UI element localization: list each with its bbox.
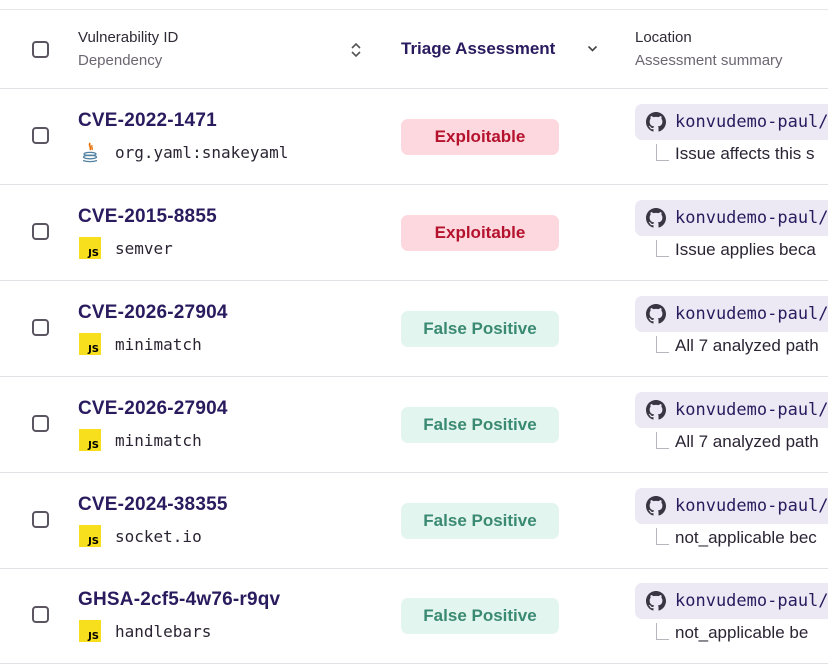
github-icon bbox=[646, 304, 666, 324]
triage-badge: Exploitable bbox=[401, 119, 559, 155]
javascript-icon-label: JS bbox=[88, 248, 99, 259]
javascript-icon: JS bbox=[79, 525, 101, 547]
location-pill[interactable]: konvudemo-paul/ bbox=[635, 200, 828, 236]
dependency-header: Dependency bbox=[78, 52, 163, 69]
table-row[interactable]: CVE-2022-1471 org.yaml:snakeyaml Exploit… bbox=[0, 89, 828, 185]
assessment-summary: Issue affects this s bbox=[675, 144, 815, 163]
tree-connector bbox=[656, 528, 669, 545]
row-checkbox[interactable] bbox=[32, 223, 49, 240]
table-row[interactable]: CVE-2015-8855 JS semver Exploitable konv… bbox=[0, 185, 828, 281]
location-text: konvudemo-paul/ bbox=[675, 112, 828, 132]
assessment-summary: All 7 analyzed path bbox=[675, 336, 819, 355]
assessment-summary: not_applicable bec bbox=[675, 528, 817, 547]
javascript-icon: JS bbox=[79, 620, 101, 642]
triage-badge: False Positive bbox=[401, 407, 559, 443]
vulnerability-id-header[interactable]: Vulnerability ID bbox=[78, 29, 178, 46]
javascript-icon: JS bbox=[79, 237, 101, 259]
triage-badge: False Positive bbox=[401, 598, 559, 634]
table-row[interactable]: CVE-2026-27904 JS minimatch False Positi… bbox=[0, 377, 828, 473]
tree-connector bbox=[656, 240, 669, 257]
dependency-name: handlebars bbox=[115, 622, 212, 641]
dependency-name: minimatch bbox=[115, 335, 202, 354]
javascript-icon-label: JS bbox=[88, 344, 99, 355]
location-text: konvudemo-paul/ bbox=[675, 496, 828, 516]
row-checkbox[interactable] bbox=[32, 606, 49, 623]
location-text: konvudemo-paul/ bbox=[675, 208, 828, 228]
assessment-summary-header: Assessment summary bbox=[635, 52, 783, 69]
javascript-icon-label: JS bbox=[88, 440, 99, 451]
tree-connector bbox=[656, 623, 669, 640]
location-pill[interactable]: konvudemo-paul/ bbox=[635, 296, 828, 332]
location-text: konvudemo-paul/ bbox=[675, 304, 828, 324]
sort-arrows-icon[interactable] bbox=[349, 41, 363, 59]
vulnerability-id-link[interactable]: CVE-2024-38355 bbox=[78, 494, 228, 516]
vulnerability-id-link[interactable]: CVE-2026-27904 bbox=[78, 398, 228, 420]
row-checkbox[interactable] bbox=[32, 127, 49, 144]
vulnerability-id-link[interactable]: CVE-2022-1471 bbox=[78, 110, 217, 132]
row-checkbox[interactable] bbox=[32, 511, 49, 528]
javascript-icon: JS bbox=[79, 333, 101, 355]
triage-badge: Exploitable bbox=[401, 215, 559, 251]
assessment-summary: Issue applies beca bbox=[675, 240, 816, 259]
github-icon bbox=[646, 112, 666, 132]
dependency-name: minimatch bbox=[115, 431, 202, 450]
triage-badge: False Positive bbox=[401, 311, 559, 347]
github-icon bbox=[646, 591, 666, 611]
vulnerability-id-link[interactable]: CVE-2015-8855 bbox=[78, 206, 217, 228]
select-all-checkbox[interactable] bbox=[32, 41, 49, 58]
location-text: konvudemo-paul/ bbox=[675, 591, 828, 611]
triage-badge: False Positive bbox=[401, 503, 559, 539]
table-row[interactable]: CVE-2026-27904 JS minimatch False Positi… bbox=[0, 281, 828, 377]
top-divider bbox=[0, 0, 828, 10]
table-header: Vulnerability ID Dependency Triage Asses… bbox=[0, 10, 828, 89]
location-text: konvudemo-paul/ bbox=[675, 400, 828, 420]
tree-connector bbox=[656, 144, 669, 161]
java-icon bbox=[79, 141, 101, 163]
assessment-summary: not_applicable be bbox=[675, 623, 809, 642]
github-icon bbox=[646, 496, 666, 516]
table-row[interactable]: GHSA-2cf5-4w76-r9qv JS handlebars False … bbox=[0, 568, 828, 664]
location-pill[interactable]: konvudemo-paul/ bbox=[635, 104, 828, 140]
tree-connector bbox=[656, 336, 669, 353]
javascript-icon-label: JS bbox=[88, 536, 99, 547]
triage-assessment-header[interactable]: Triage Assessment bbox=[401, 39, 555, 59]
vulnerability-id-link[interactable]: GHSA-2cf5-4w76-r9qv bbox=[78, 589, 280, 611]
vulnerability-id-link[interactable]: CVE-2026-27904 bbox=[78, 302, 228, 324]
github-icon bbox=[646, 208, 666, 228]
dependency-name: org.yaml:snakeyaml bbox=[115, 143, 289, 162]
table-row[interactable]: CVE-2024-38355 JS socket.io False Positi… bbox=[0, 473, 828, 569]
row-checkbox[interactable] bbox=[32, 415, 49, 432]
row-checkbox[interactable] bbox=[32, 319, 49, 336]
github-icon bbox=[646, 400, 666, 420]
location-pill[interactable]: konvudemo-paul/ bbox=[635, 392, 828, 428]
assessment-summary: All 7 analyzed path bbox=[675, 432, 819, 451]
location-header: Location bbox=[635, 29, 692, 46]
javascript-icon-label: JS bbox=[88, 631, 99, 642]
location-pill[interactable]: konvudemo-paul/ bbox=[635, 488, 828, 524]
dependency-name: socket.io bbox=[115, 527, 202, 546]
dependency-name: semver bbox=[115, 239, 173, 258]
chevron-down-icon[interactable] bbox=[587, 45, 598, 53]
tree-connector bbox=[656, 432, 669, 449]
javascript-icon: JS bbox=[79, 429, 101, 451]
location-pill[interactable]: konvudemo-paul/ bbox=[635, 583, 828, 619]
